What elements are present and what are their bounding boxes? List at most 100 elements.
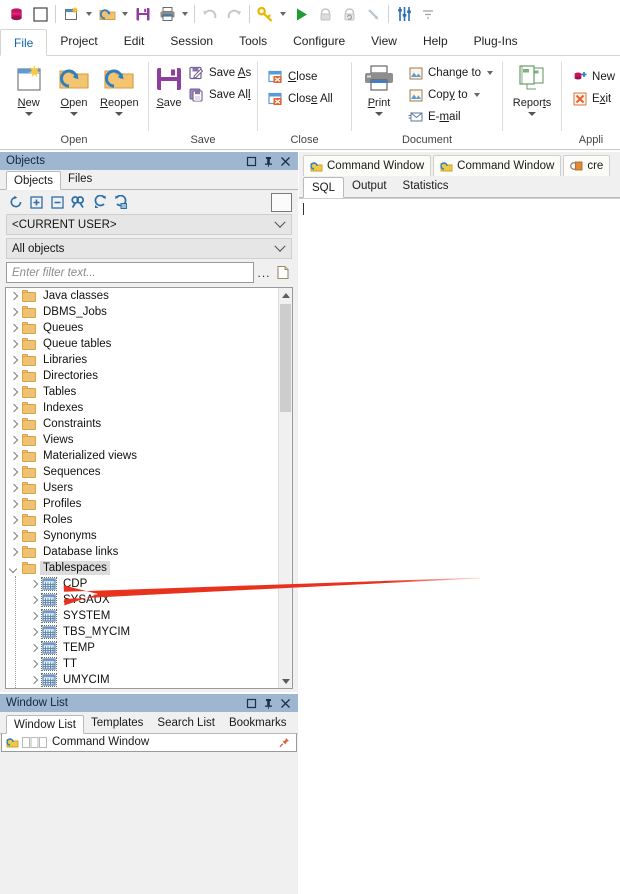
maximize-icon[interactable] [246,156,257,167]
tree-node-tablespaces[interactable]: Tablespaces [6,560,279,576]
chevron-right-icon[interactable] [9,419,19,429]
chevron-right-icon[interactable] [29,595,39,605]
copy-to-caret[interactable] [473,93,480,97]
reopen-button[interactable]: Reopen [97,60,142,116]
color-indicator[interactable] [271,192,292,212]
owner-select[interactable]: <CURRENT USER> [6,214,292,235]
document-tab-command-window-1[interactable]: Command Window [303,155,432,176]
collapse-all-icon[interactable] [48,193,67,212]
chevron-down-icon[interactable] [8,564,19,573]
menu-item-session[interactable]: Session [157,28,226,55]
tree-node-sysaux[interactable]: SYSAUX [6,592,279,608]
tree-node-java-classes[interactable]: Java classes [6,288,279,304]
chevron-right-icon[interactable] [9,323,19,333]
tree-node-libraries[interactable]: Libraries [6,352,279,368]
print-dropdown[interactable] [179,2,191,26]
change-to-button[interactable]: Change to [404,62,496,84]
email-button[interactable]: E-mail [404,106,496,128]
tree-node-materialized-views[interactable]: Materialized views [6,448,279,464]
tree-node-temp[interactable]: TEMP [6,640,279,656]
menu-item-help[interactable]: Help [410,28,461,55]
tree-node-tbs-mycim[interactable]: TBS_MYCIM [6,624,279,640]
window-icon[interactable] [28,2,52,26]
chevron-down-icon[interactable] [269,216,291,229]
chevron-right-icon[interactable] [9,307,19,317]
menu-item-view[interactable]: View [358,28,410,55]
tree-node-indexes[interactable]: Indexes [6,400,279,416]
objects-tree-body[interactable]: Java classes DBMS_Jobs Queues Queue tables L… [6,288,279,688]
maximize-icon[interactable] [246,698,257,709]
pin-icon[interactable] [263,156,274,167]
print-button[interactable]: Print [358,60,400,116]
next-match-icon[interactable] [111,193,130,212]
tree-node-tables[interactable]: Tables [6,384,279,400]
print-icon[interactable] [155,2,179,26]
tree-scrollbar[interactable] [278,288,292,688]
window-list-body[interactable]: Command Window [1,734,297,752]
save-icon[interactable] [131,2,155,26]
open-button[interactable]: Open [51,60,96,116]
chevron-down-icon[interactable] [269,240,291,253]
tab-bookmarks[interactable]: Bookmarks [222,714,294,733]
save-button[interactable]: Save [155,60,183,109]
find-icon[interactable] [69,193,88,212]
list-item[interactable]: Command Window [2,734,296,750]
tree-node-views[interactable]: Views [6,432,279,448]
save-all-button[interactable]: Save All [185,84,254,106]
tree-node-database-links[interactable]: Database links [6,544,279,560]
tree-node-umycim[interactable]: UMYCIM [6,672,279,688]
tree-node-roles[interactable]: Roles [6,512,279,528]
tab-search-list[interactable]: Search List [150,714,222,733]
chevron-right-icon[interactable] [9,483,19,493]
tab-output[interactable]: Output [344,176,395,197]
close-button[interactable]: Close [264,66,336,88]
database-icon[interactable] [4,2,28,26]
new-file-icon[interactable] [59,2,83,26]
menu-item-plugins[interactable]: Plug-Ins [461,28,531,55]
chevron-right-icon[interactable] [9,515,19,525]
undo-icon[interactable] [198,2,222,26]
chevron-right-icon[interactable] [9,451,19,461]
menu-item-tools[interactable]: Tools [226,28,280,55]
objects-tree[interactable]: Java classes DBMS_Jobs Queues Queue tables L… [5,287,293,689]
chevron-right-icon[interactable] [9,371,19,381]
filter-more-button[interactable]: ... [254,266,274,280]
key-dropdown[interactable] [277,2,289,26]
change-to-caret[interactable] [487,71,494,75]
chevron-right-icon[interactable] [29,675,39,685]
chevron-right-icon[interactable] [29,611,39,621]
document-tab-command-window-2[interactable]: Command Window [433,155,562,176]
tree-node-cdp[interactable]: CDP [6,576,279,592]
tree-node-sequences[interactable]: Sequences [6,464,279,480]
print-button-dropdown-caret[interactable] [375,112,383,116]
pin-icon[interactable] [263,698,274,709]
chevron-right-icon[interactable] [9,435,19,445]
close-all-button[interactable]: Close All [264,88,336,110]
save-as-button[interactable]: Save As [185,62,254,84]
menu-item-project[interactable]: Project [47,28,110,55]
tree-node-users[interactable]: Users [6,480,279,496]
chevron-right-icon[interactable] [9,387,19,397]
reports-button[interactable]: Reports [509,60,555,116]
key-icon[interactable] [253,2,277,26]
copy-to-button[interactable]: Copy to [404,84,496,106]
menu-item-edit[interactable]: Edit [111,28,158,55]
execute-icon[interactable] [289,2,313,26]
preferences-icon[interactable] [392,2,416,26]
tree-node-constraints[interactable]: Constraints [6,416,279,432]
close-icon[interactable] [280,156,291,167]
new-filter-icon[interactable] [274,265,292,280]
chevron-right-icon[interactable] [29,659,39,669]
sql-text-editor[interactable] [299,198,620,894]
chevron-right-icon[interactable] [9,531,19,541]
tree-node-synonyms[interactable]: Synonyms [6,528,279,544]
close-icon[interactable] [280,698,291,709]
document-tab-create[interactable]: cre [563,155,611,176]
tab-window-list[interactable]: Window List [6,715,84,734]
tree-node-dbms-jobs[interactable]: DBMS_Jobs [6,304,279,320]
new-session-button[interactable]: New [568,66,618,88]
reopen-button-dropdown-caret[interactable] [115,112,124,116]
new-button-dropdown-caret[interactable] [24,112,33,116]
tree-node-directories[interactable]: Directories [6,368,279,384]
chevron-right-icon[interactable] [29,579,39,589]
